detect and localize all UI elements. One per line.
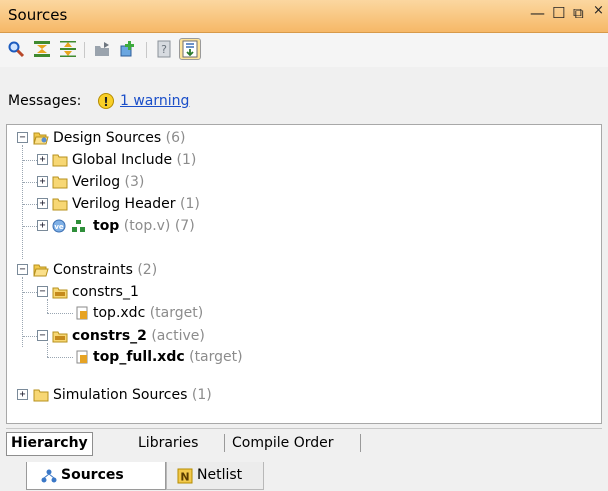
warning-link[interactable]: 1 warning xyxy=(120,93,189,109)
minimize-button[interactable]: — xyxy=(530,4,545,22)
tree-row-global-include[interactable]: + Global Include (1) xyxy=(7,149,597,171)
toolbar: ? xyxy=(0,33,608,67)
expand-all-icon[interactable] xyxy=(58,39,78,59)
tree-label: Design Sources xyxy=(53,130,162,146)
panel-title: Sources xyxy=(8,6,68,24)
tree-label: Global Include xyxy=(72,152,173,168)
folder-icon xyxy=(33,389,49,402)
sources-tab-icon xyxy=(41,469,57,483)
tree-count: (active) xyxy=(151,328,205,344)
tab-netlist[interactable]: N Netlist xyxy=(166,462,264,490)
tree-label: top xyxy=(93,218,120,234)
verilog-module-icon: ve xyxy=(52,219,66,233)
add-file-icon[interactable] xyxy=(92,39,112,59)
collapse-toggle[interactable]: − xyxy=(17,132,28,143)
collapse-toggle[interactable]: − xyxy=(37,330,48,341)
tab-separator xyxy=(360,434,361,452)
toolbar-separator xyxy=(84,42,85,58)
tab-hierarchy[interactable]: Hierarchy xyxy=(6,432,93,456)
tree-row-constrs-2[interactable]: − constrs_2 (active) xyxy=(7,325,597,347)
tab-sources-label: Sources xyxy=(61,467,124,483)
maximize-button[interactable]: ☐ xyxy=(552,4,565,22)
constraint-set-icon xyxy=(52,287,68,299)
expand-toggle[interactable]: + xyxy=(37,176,48,187)
tree-row-simulation-sources[interactable]: + Simulation Sources (1) xyxy=(7,384,597,406)
svg-text:N: N xyxy=(180,471,189,484)
tree-label: top.xdc xyxy=(93,305,146,321)
tree-row-top-xdc[interactable]: top.xdc (target) xyxy=(7,302,597,324)
tab-separator xyxy=(224,434,225,452)
tree-label: Verilog Header xyxy=(72,196,176,212)
sources-tree: − Design Sources (6) + Global Include (1… xyxy=(6,124,602,424)
folder-icon xyxy=(52,154,68,167)
bottom-tabs: Sources N Netlist xyxy=(0,462,608,491)
tree-count: (1) xyxy=(191,387,212,403)
collapse-toggle[interactable]: − xyxy=(17,264,28,275)
folder-icon xyxy=(52,176,68,189)
folder-icon xyxy=(52,198,68,211)
tree-count: (1) xyxy=(179,196,200,212)
tree-row-constrs-1[interactable]: − constrs_1 xyxy=(7,281,597,303)
tree-row-design-sources[interactable]: − Design Sources (6) xyxy=(7,127,597,149)
svg-text:?: ? xyxy=(161,43,167,56)
collapse-toggle[interactable]: − xyxy=(37,286,48,297)
expand-toggle[interactable]: + xyxy=(37,154,48,165)
tree-row-top[interactable]: + ve top (top.v) (7) xyxy=(7,215,597,237)
xdc-file-icon xyxy=(76,350,88,364)
folder-open-icon xyxy=(33,132,49,145)
tree-label: constrs_1 xyxy=(72,284,139,300)
svg-text:ve: ve xyxy=(54,223,64,231)
tree-count: (1) xyxy=(176,152,197,168)
tree-label: Verilog xyxy=(72,174,121,190)
close-button[interactable]: × xyxy=(593,3,604,18)
tree-label: top_full.xdc xyxy=(93,349,185,365)
tree-row-constraints[interactable]: − Constraints (2) xyxy=(7,259,597,281)
tree-count: (3) xyxy=(124,174,145,190)
tree-label: Constraints xyxy=(53,262,133,278)
hierarchy-top-icon xyxy=(72,220,85,232)
netlist-tab-icon: N xyxy=(177,468,193,484)
expand-toggle[interactable]: + xyxy=(17,389,28,400)
tree-count: (6) xyxy=(165,130,186,146)
tree-count: (target) xyxy=(149,305,204,321)
folder-open-icon xyxy=(33,264,49,277)
tab-sources[interactable]: Sources xyxy=(26,462,166,490)
toolbar-separator xyxy=(146,42,147,58)
tree-label: constrs_2 xyxy=(72,328,147,344)
tab-compile-order[interactable]: Compile Order xyxy=(228,432,338,454)
restore-button[interactable]: ⧉ xyxy=(573,4,584,22)
properties-icon[interactable]: ? xyxy=(154,39,174,59)
tree-count: (top.v) (7) xyxy=(123,218,195,234)
warning-icon: ! xyxy=(98,93,114,109)
xdc-file-icon xyxy=(76,306,88,320)
tree-label: Simulation Sources xyxy=(53,387,188,403)
tree-count: (2) xyxy=(137,262,158,278)
messages-label: Messages: xyxy=(8,93,82,109)
messages-bar: Messages: ! 1 warning xyxy=(0,90,608,114)
title-bar: Sources — ☐ ⧉ × xyxy=(0,0,608,33)
view-tabs: Hierarchy Libraries Compile Order xyxy=(6,428,602,457)
tree-row-top-full-xdc[interactable]: top_full.xdc (target) xyxy=(7,346,597,368)
tree-row-verilog-header[interactable]: + Verilog Header (1) xyxy=(7,193,597,215)
sources-panel: Sources — ☐ ⧉ × ? Messages: ! 1 warning … xyxy=(0,0,608,462)
tree-count: (target) xyxy=(189,349,243,365)
tab-netlist-label: Netlist xyxy=(197,467,243,483)
add-sources-icon[interactable] xyxy=(118,39,138,59)
tree-row-verilog[interactable]: + Verilog (3) xyxy=(7,171,597,193)
constraint-set-icon xyxy=(52,331,68,343)
search-icon[interactable] xyxy=(6,39,26,59)
expand-toggle[interactable]: + xyxy=(37,198,48,209)
expand-toggle[interactable]: + xyxy=(37,220,48,231)
tab-libraries[interactable]: Libraries xyxy=(134,432,202,454)
show-hierarchy-icon[interactable] xyxy=(179,38,201,60)
collapse-all-icon[interactable] xyxy=(32,39,52,59)
